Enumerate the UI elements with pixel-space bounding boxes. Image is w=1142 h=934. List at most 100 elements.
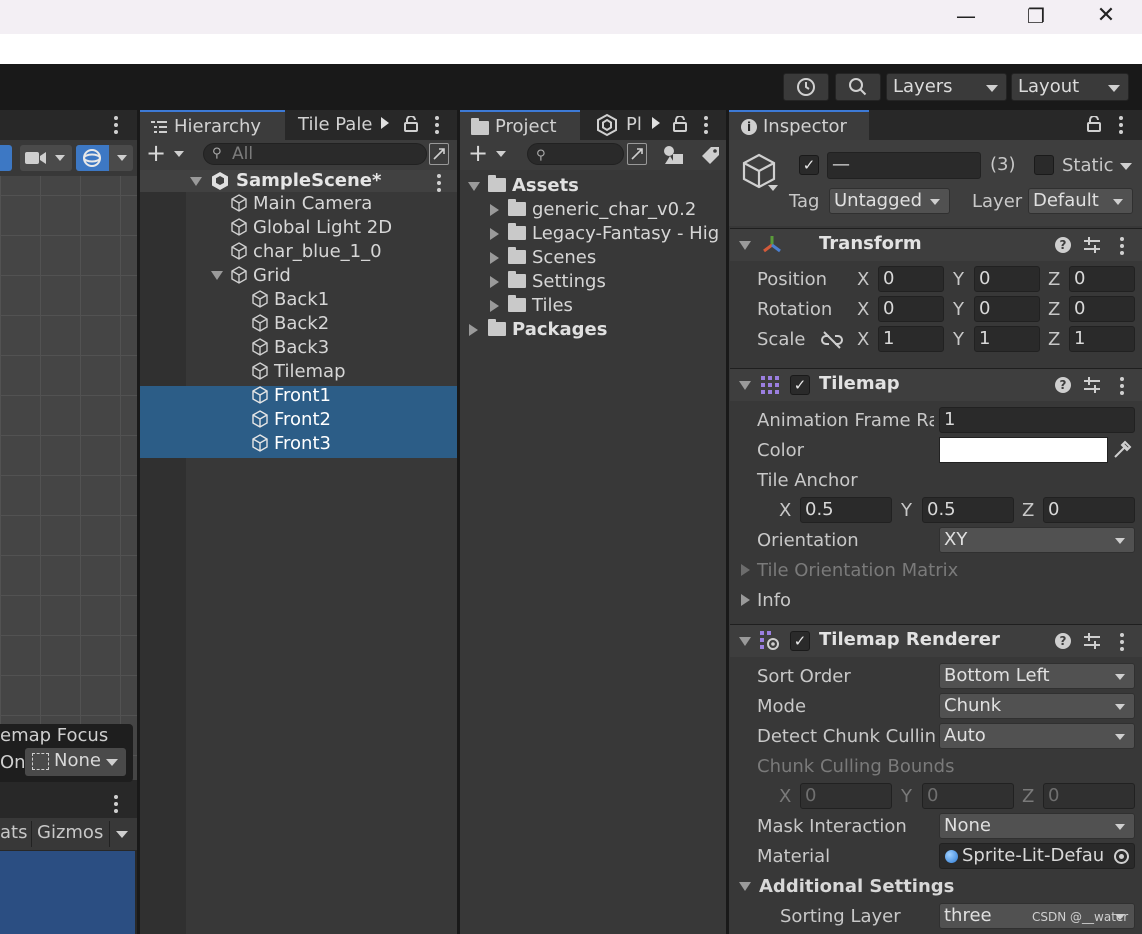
hierarchy-item[interactable]: Front2 [251, 408, 331, 432]
matrix-expand-arrow-icon[interactable] [741, 564, 750, 576]
game-menu-icon[interactable] [114, 795, 118, 813]
hierarchy-item[interactable]: Grid [230, 264, 291, 288]
filter-by-type-icon[interactable] [663, 145, 685, 165]
tag-dropdown[interactable]: Untagged [829, 188, 950, 214]
hierarchy-item[interactable]: Back3 [251, 336, 329, 360]
presets-icon[interactable] [1083, 376, 1101, 394]
additional-settings-label[interactable]: Additional Settings [759, 876, 954, 897]
position-y-field[interactable]: 0 [974, 266, 1040, 292]
project-menu-icon[interactable] [704, 116, 708, 134]
anchor-x-field[interactable]: 0.5 [800, 497, 892, 523]
static-dropdown-arrow-icon[interactable] [1120, 163, 1132, 170]
hierarchy-item[interactable]: Global Light 2D [230, 216, 392, 240]
scene-2d-toggle[interactable] [0, 145, 12, 171]
project-folder[interactable]: Scenes [508, 246, 596, 270]
object-picker-icon[interactable] [1114, 849, 1129, 864]
hierarchy-item[interactable]: Tilemap [251, 360, 346, 384]
material-field[interactable]: Sprite-Lit-Defau [939, 843, 1135, 869]
project-create-button[interactable]: + [468, 141, 510, 167]
history-button[interactable] [783, 73, 829, 101]
help-icon[interactable]: ? [1055, 237, 1071, 253]
presets-icon[interactable] [1083, 236, 1101, 254]
hierarchy-item[interactable]: Front3 [251, 432, 331, 456]
project-folder[interactable]: Legacy-Fantasy - Hig [508, 222, 719, 246]
folder-expand-arrow-icon[interactable] [490, 228, 499, 240]
close-button[interactable]: ✕ [1092, 2, 1120, 30]
scene-menu-icon[interactable] [114, 116, 118, 134]
hierarchy-item[interactable]: Back2 [251, 312, 329, 336]
project-folder[interactable]: Tiles [508, 294, 573, 318]
tab-overflow-icon[interactable] [381, 117, 389, 129]
object-name-input[interactable]: — [827, 152, 981, 179]
scene-menu-dots-icon[interactable] [437, 174, 441, 192]
folder-expand-arrow-icon[interactable] [490, 300, 499, 312]
hierarchy-menu-icon[interactable] [435, 116, 439, 134]
expand-arrow-icon[interactable] [190, 177, 202, 186]
scale-y-field[interactable]: 1 [974, 326, 1040, 352]
gizmos-button[interactable]: Gizmos [37, 822, 103, 843]
lock-icon[interactable] [673, 116, 687, 132]
search-button[interactable] [835, 73, 881, 101]
lock-icon[interactable] [404, 116, 418, 132]
gizmo-orientation-button[interactable] [76, 145, 133, 171]
gizmos-dropdown-arrow[interactable] [109, 821, 133, 847]
packages-folder[interactable]: Packages [488, 318, 607, 342]
folder-expand-arrow-icon[interactable] [490, 276, 499, 288]
tile-orientation-matrix-label[interactable]: Tile Orientation Matrix [757, 560, 958, 581]
tilemap-enabled-checkbox[interactable]: ✓ [790, 375, 810, 395]
tilemap-header[interactable]: ✓ Tilemap ? [730, 368, 1142, 401]
mask-interaction-dropdown[interactable]: None [939, 813, 1135, 839]
tilemap-renderer-header[interactable]: ✓ Tilemap Renderer ? [730, 624, 1142, 657]
tab-hierarchy[interactable]: Hierarchy [140, 110, 285, 140]
info-expand-arrow-icon[interactable] [741, 594, 750, 606]
filter-by-label-icon[interactable] [701, 145, 721, 165]
hierarchy-item[interactable]: Front1 [251, 384, 331, 408]
component-menu-icon[interactable] [1120, 633, 1124, 651]
additional-settings-arrow-icon[interactable] [739, 882, 751, 891]
folder-expand-arrow-icon[interactable] [490, 204, 499, 216]
position-x-field[interactable]: 0 [878, 266, 944, 292]
folder-expand-arrow-icon[interactable] [490, 252, 499, 264]
project-folder[interactable]: generic_char_v0.2 [508, 198, 696, 222]
project-search-input[interactable]: ⚲ [527, 143, 624, 165]
tab-overflow-icon[interactable] [652, 117, 660, 129]
tab-project[interactable]: Project [460, 110, 580, 140]
tab-inspector[interactable]: i Inspector [729, 110, 869, 140]
stats-button[interactable]: ats [0, 822, 27, 843]
animation-frame-rate-field[interactable]: 1 [939, 407, 1135, 433]
collapse-arrow-icon[interactable] [739, 381, 751, 390]
active-checkbox[interactable]: ✓ [799, 155, 819, 175]
sort-order-dropdown[interactable]: Bottom Left [939, 663, 1135, 689]
project-folder[interactable]: Settings [508, 270, 606, 294]
hierarchy-item[interactable]: char_blue_1_0 [230, 240, 382, 264]
create-button[interactable]: + [146, 141, 188, 167]
tab-tile-palette[interactable]: Tile Pale [288, 110, 388, 140]
layer-dropdown[interactable]: Default [1028, 188, 1133, 214]
component-menu-icon[interactable] [1120, 237, 1124, 255]
focus-dropdown[interactable]: None [25, 748, 126, 776]
orientation-dropdown[interactable]: XY [939, 527, 1135, 553]
rotation-x-field[interactable]: 0 [878, 296, 944, 322]
icon-dropdown-arrow-icon[interactable] [768, 185, 778, 191]
position-z-field[interactable]: 0 [1069, 266, 1135, 292]
assets-folder[interactable]: Assets [488, 174, 579, 198]
grid-expand-arrow-icon[interactable] [211, 271, 223, 280]
scale-x-field[interactable]: 1 [878, 326, 944, 352]
packages-expand-arrow-icon[interactable] [469, 324, 478, 336]
search-filter-button[interactable] [627, 143, 647, 165]
scale-z-field[interactable]: 1 [1069, 326, 1135, 352]
anchor-z-field[interactable]: 0 [1043, 497, 1135, 523]
info-foldout-label[interactable]: Info [757, 590, 791, 611]
minimize-button[interactable]: — [952, 2, 980, 30]
collapse-arrow-icon[interactable] [739, 241, 751, 250]
layout-dropdown[interactable]: Layout [1011, 73, 1129, 101]
inspector-menu-icon[interactable] [1119, 116, 1123, 134]
rotation-z-field[interactable]: 0 [1069, 296, 1135, 322]
layers-dropdown[interactable]: Layers [886, 73, 1007, 101]
maximize-button[interactable]: ❐ [1022, 2, 1050, 30]
eyedropper-icon[interactable] [1112, 440, 1132, 460]
search-filter-button[interactable] [429, 143, 449, 165]
constrain-proportions-icon[interactable] [821, 331, 843, 349]
help-icon[interactable]: ? [1055, 377, 1071, 393]
renderer-enabled-checkbox[interactable]: ✓ [790, 631, 810, 651]
